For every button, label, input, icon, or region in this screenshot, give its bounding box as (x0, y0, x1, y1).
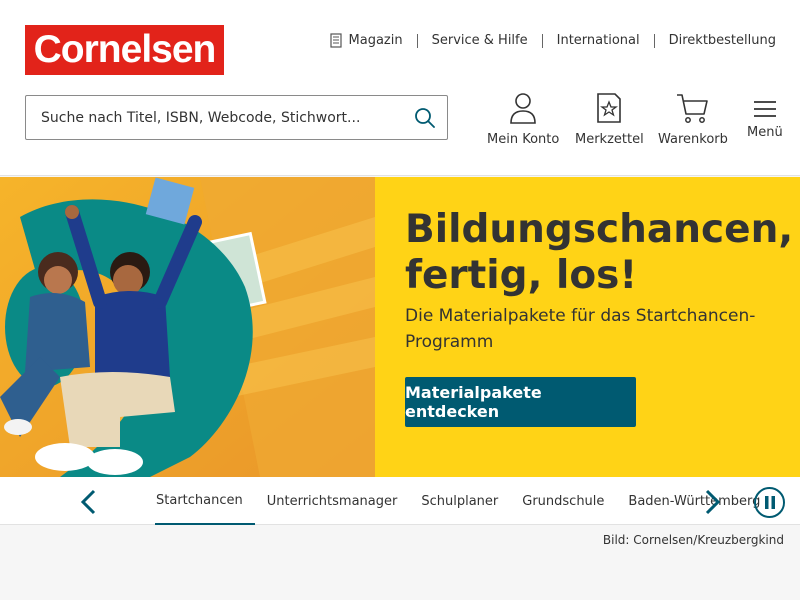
tab-startchancen[interactable]: Startchancen (155, 477, 255, 525)
topnav-magazin-label: Magazin (348, 32, 403, 48)
account-button[interactable]: Mein Konto (487, 92, 559, 147)
tab-unterrichtsmanager[interactable]: Unterrichtsmanager (255, 477, 410, 525)
magazine-icon (329, 33, 342, 48)
topnav-service[interactable]: Service & Hilfe (416, 32, 542, 48)
hero-title-line-2: fertig, los! (405, 253, 638, 298)
pause-icon (764, 496, 775, 509)
hero-title-line-1: Bildungschancen, (405, 207, 794, 252)
search-input[interactable] (26, 109, 396, 126)
top-navigation: Magazin Service & Hilfe International Di… (329, 32, 776, 48)
cornelsen-logo[interactable]: Cornelsen (25, 25, 224, 75)
hero-banner: Bildungschancen, fertig, los! Die Materi… (0, 177, 800, 477)
cart-label: Warenkorb (658, 132, 728, 147)
bookmark-star-icon (597, 93, 622, 123)
wishlist-button[interactable]: Merkzettel (575, 92, 644, 147)
image-credit: Bild: Cornelsen/Kreuzbergkind (602, 533, 784, 547)
site-header: Cornelsen Magazin Service & Hilfe Intern… (0, 0, 800, 176)
hamburger-icon (753, 101, 776, 117)
carousel-tabs: Startchancen Unterrichtsmanager Schulpla… (155, 477, 772, 525)
topnav-international[interactable]: International (541, 32, 654, 48)
wishlist-label: Merkzettel (575, 132, 644, 147)
carousel-tab-bar: Startchancen Unterrichtsmanager Schulpla… (0, 477, 800, 525)
topnav-international-label: International (556, 32, 640, 48)
topnav-service-label: Service & Hilfe (431, 32, 528, 48)
pause-button[interactable] (754, 487, 785, 518)
search-icon[interactable] (413, 106, 437, 134)
hero-subtitle: Die Materialpakete für das Startchancen-… (405, 306, 756, 352)
materialpakete-button[interactable]: Materialpakete entdecken (405, 377, 636, 427)
menu-button[interactable]: Menü (747, 99, 783, 140)
hero-title: Bildungschancen, fertig, los! (405, 207, 794, 299)
tab-schulplaner[interactable]: Schulplaner (409, 477, 510, 525)
cart-icon (676, 94, 708, 123)
search-box (25, 95, 448, 140)
account-label: Mein Konto (487, 132, 560, 147)
user-icon (510, 93, 536, 124)
menu-label: Menü (747, 125, 783, 140)
tab-grundschule[interactable]: Grundschule (510, 477, 616, 525)
hero-image (0, 177, 375, 477)
tab-baden-wuerttemberg[interactable]: Baden-Württemberg (616, 477, 772, 525)
cart-button[interactable]: Warenkorb (658, 92, 728, 147)
chevron-right-icon[interactable] (703, 489, 723, 519)
topnav-magazin[interactable]: Magazin (329, 32, 417, 48)
chevron-left-icon[interactable] (78, 489, 98, 519)
topnav-direktbestellung-label: Direktbestellung (668, 32, 776, 48)
topnav-direktbestellung[interactable]: Direktbestellung (653, 32, 776, 48)
